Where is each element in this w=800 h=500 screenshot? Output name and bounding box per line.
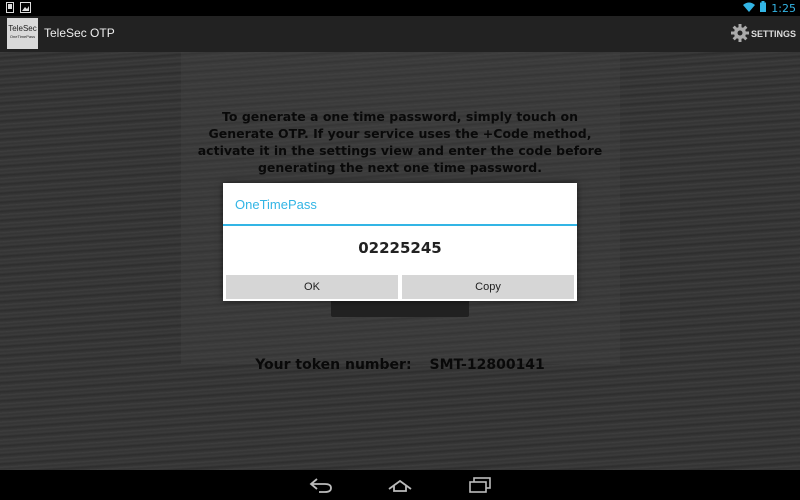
wifi-icon xyxy=(743,2,756,15)
image-notification-icon xyxy=(20,2,31,16)
settings-button[interactable]: SETTINGS xyxy=(730,23,796,45)
otp-dialog: OneTimePass 02225245 OK Copy xyxy=(223,183,577,301)
app-logo-text: TeleSec xyxy=(8,24,37,33)
app-logo[interactable]: TeleSec OneTimePass xyxy=(7,18,38,49)
ok-button[interactable]: OK xyxy=(226,275,398,299)
app-logo-subtext: OneTimePass xyxy=(9,34,36,39)
app-title: TeleSec OTP xyxy=(44,26,115,40)
settings-label: SETTINGS xyxy=(750,29,796,39)
dialog-divider xyxy=(223,224,577,226)
notification-icons xyxy=(6,2,31,16)
phone-notification-icon xyxy=(6,2,14,16)
system-icons: 1:25 xyxy=(743,1,796,15)
home-icon[interactable] xyxy=(387,477,413,497)
gear-icon xyxy=(730,23,750,45)
battery-icon xyxy=(760,1,767,15)
copy-button[interactable]: Copy xyxy=(402,275,574,299)
recent-apps-icon[interactable] xyxy=(468,477,492,497)
back-icon[interactable] xyxy=(309,477,333,497)
status-bar: 1:25 xyxy=(0,0,800,16)
dialog-title: OneTimePass xyxy=(235,197,317,212)
navigation-bar xyxy=(0,470,800,500)
clock: 1:25 xyxy=(771,1,796,15)
action-bar: TeleSec OneTimePass TeleSec OTP SETTINGS xyxy=(0,16,800,52)
otp-code: 02225245 xyxy=(358,239,442,257)
